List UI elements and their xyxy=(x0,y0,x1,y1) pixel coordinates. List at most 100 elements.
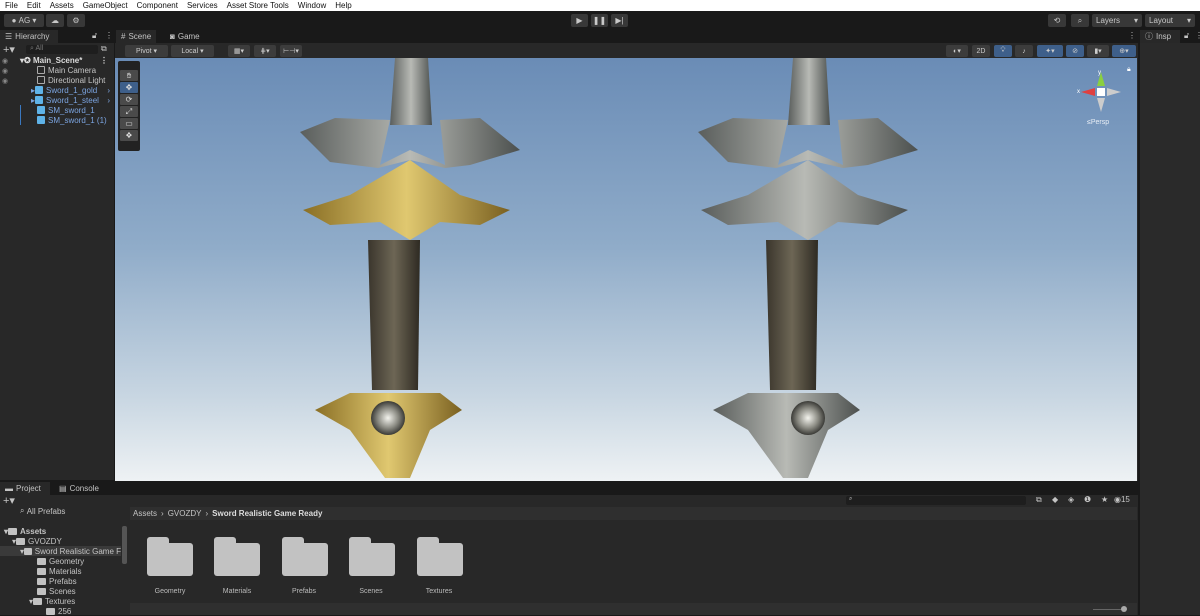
folder-prefabs[interactable] xyxy=(282,537,328,577)
more-icon[interactable]: ⋮ xyxy=(1128,31,1136,40)
hierarchy-item[interactable]: SM_sword_1 xyxy=(0,105,114,115)
item-label: SM_sword_1 xyxy=(48,105,95,115)
search-all-prefabs[interactable]: ⌕ All Prefabs xyxy=(20,506,65,516)
hierarchy-search-input[interactable]: ⌕ All xyxy=(26,45,98,54)
label-filter-icon[interactable]: ◈ xyxy=(1068,495,1074,504)
tab-hierarchy[interactable]: ☰ Hierarchy xyxy=(0,30,58,43)
slider-handle[interactable] xyxy=(1121,606,1127,612)
gizmos-dropdown[interactable]: ⊕▾ xyxy=(1112,45,1136,57)
icon-size-slider[interactable] xyxy=(1093,609,1123,610)
hierarchy-item[interactable]: ▸ Sword_1_gold › xyxy=(0,85,114,95)
folder-icon xyxy=(24,547,32,555)
breadcrumb-item[interactable]: GVOZDY xyxy=(168,509,202,518)
tree-item[interactable]: Prefabs xyxy=(37,576,77,586)
tree-item[interactable]: ▾ Assets xyxy=(4,526,46,536)
breadcrumb-current[interactable]: Sword Realistic Game Ready xyxy=(212,509,322,518)
tab-scene[interactable]: # Scene xyxy=(116,30,157,43)
lock-icon[interactable]: 🔒︎ xyxy=(1127,66,1131,74)
effects-dropdown[interactable]: ✦▾ xyxy=(1037,45,1063,57)
pause-button[interactable]: ❚❚ xyxy=(591,14,608,27)
warning-icon[interactable]: ❶ xyxy=(1084,495,1091,504)
scene-row[interactable]: ▾ ✪ Main_Scene* ⋮ xyxy=(0,55,114,65)
hierarchy-item[interactable]: ▸ Sword_1_steel › xyxy=(0,95,114,105)
menu-assets[interactable]: Assets xyxy=(50,1,74,10)
type-filter-icon[interactable]: ◆ xyxy=(1052,495,1058,504)
more-icon[interactable]: ⋮ xyxy=(100,56,108,65)
hierarchy-item[interactable]: Directional Light xyxy=(0,75,114,85)
menu-window[interactable]: Window xyxy=(298,1,326,10)
cloud-icon: ☁ xyxy=(51,16,59,25)
tree-item[interactable]: Scenes xyxy=(37,586,76,596)
lighting-toggle[interactable]: 💡︎ xyxy=(994,45,1012,57)
menu-component[interactable]: Component xyxy=(137,1,178,10)
folder-scenes[interactable] xyxy=(349,537,395,577)
menu-services[interactable]: Services xyxy=(187,1,218,10)
effects-icon: ✦▾ xyxy=(1045,48,1055,55)
menu-edit[interactable]: Edit xyxy=(27,1,41,10)
folder-textures[interactable] xyxy=(417,537,463,577)
search-button[interactable]: ⌕ xyxy=(1071,14,1089,27)
console-icon: ▤ xyxy=(59,484,67,493)
audio-toggle[interactable]: ♪ xyxy=(1015,45,1033,57)
camera-dropdown[interactable]: ▮▾ xyxy=(1087,45,1109,57)
project-search-input[interactable]: ⌕ xyxy=(846,496,1026,505)
transform-tool[interactable]: ❖ xyxy=(120,130,138,141)
move-tool[interactable]: ✥ xyxy=(120,82,138,93)
visibility-icon[interactable]: ◉ xyxy=(2,67,8,75)
tree-item-selected[interactable]: ▾ Sword Realistic Game F xyxy=(0,546,121,556)
scene-search-icon[interactable]: ⧉ xyxy=(1036,495,1042,505)
align-button[interactable]: ⊢⊣▾ xyxy=(280,45,302,57)
menu-gameobject[interactable]: GameObject xyxy=(83,1,128,10)
history-icon: ⟲ xyxy=(1053,16,1061,25)
tree-item[interactable]: ▾ Textures xyxy=(29,596,75,606)
rotate-tool[interactable]: ⟳ xyxy=(120,94,138,105)
account-button[interactable]: ● AG ▾ xyxy=(4,14,44,27)
rect-tool[interactable]: ▭ xyxy=(120,118,138,129)
cloud-button[interactable]: ☁ xyxy=(46,14,64,27)
menu-asset-store-tools[interactable]: Asset Store Tools xyxy=(227,1,289,10)
folder-geometry[interactable] xyxy=(147,537,193,577)
hidden-objects-toggle[interactable]: ⊘ xyxy=(1066,45,1084,57)
hidden-packages-toggle[interactable]: ◉15 xyxy=(1114,495,1130,504)
snap-increment-button[interactable]: ⋕▾ xyxy=(254,45,276,57)
menu-help[interactable]: Help xyxy=(335,1,351,10)
history-button[interactable]: ⟲ xyxy=(1048,14,1066,27)
hierarchy-item[interactable]: SM_sword_1 (1) xyxy=(0,115,114,125)
tab-console[interactable]: ▤ Console xyxy=(54,482,104,495)
more-icon[interactable]: ⋮ xyxy=(105,31,113,40)
scale-tool[interactable]: ⤢ xyxy=(120,106,138,117)
tree-item[interactable]: ▾ GVOZDY xyxy=(12,536,62,546)
pivot-dropdown[interactable]: Pivot ▾ xyxy=(125,45,168,57)
layers-dropdown[interactable]: Layers ▾ xyxy=(1092,14,1142,27)
visibility-icon[interactable]: ◉ xyxy=(2,57,8,65)
lock-icon[interactable]: 🔓︎ xyxy=(92,31,97,41)
tab-game[interactable]: ◙ Game xyxy=(165,30,205,43)
hand-tool[interactable]: ✋︎ xyxy=(120,70,138,81)
2d-toggle[interactable]: 2D xyxy=(972,45,990,57)
tab-inspector[interactable]: ⓘ Insp xyxy=(1140,30,1180,43)
gizmo-x-label: x xyxy=(1077,89,1080,95)
star-icon[interactable]: ★ xyxy=(1101,495,1108,504)
folder-icon xyxy=(16,537,26,545)
orientation-gizmo[interactable] xyxy=(1081,72,1121,112)
tree-item[interactable]: Materials xyxy=(37,566,81,576)
grid-snap-button[interactable]: ▦▾ xyxy=(228,45,250,57)
layout-dropdown[interactable]: Layout ▾ xyxy=(1145,14,1195,27)
lock-icon[interactable]: 🔓︎ xyxy=(1184,31,1189,41)
folder-materials[interactable] xyxy=(214,537,260,577)
play-button[interactable]: ▶ xyxy=(571,14,588,27)
draw-mode-dropdown[interactable]: ◐▾ xyxy=(946,45,968,57)
menu-file[interactable]: File xyxy=(5,1,18,10)
step-button[interactable]: ▶| xyxy=(611,14,628,27)
local-dropdown[interactable]: Local ▾ xyxy=(171,45,214,57)
scene-picker-icon[interactable]: ⧉ xyxy=(101,44,107,54)
visibility-icon[interactable]: ◉ xyxy=(2,77,8,85)
projection-toggle[interactable]: ≤Persp xyxy=(1087,119,1109,126)
more-icon[interactable]: ⋮ xyxy=(1195,31,1200,40)
tree-item[interactable]: Geometry xyxy=(37,556,84,566)
hierarchy-item[interactable]: Main Camera xyxy=(0,65,114,75)
tree-scrollbar[interactable] xyxy=(122,526,127,564)
scene-viewport[interactable]: y x 🔒︎ ≤Persp ✋︎ ✥ ⟳ ⤢ ▭ ❖ xyxy=(115,58,1137,481)
breadcrumb-item[interactable]: Assets xyxy=(133,509,157,518)
collab-button[interactable]: ⚙ xyxy=(67,14,85,27)
